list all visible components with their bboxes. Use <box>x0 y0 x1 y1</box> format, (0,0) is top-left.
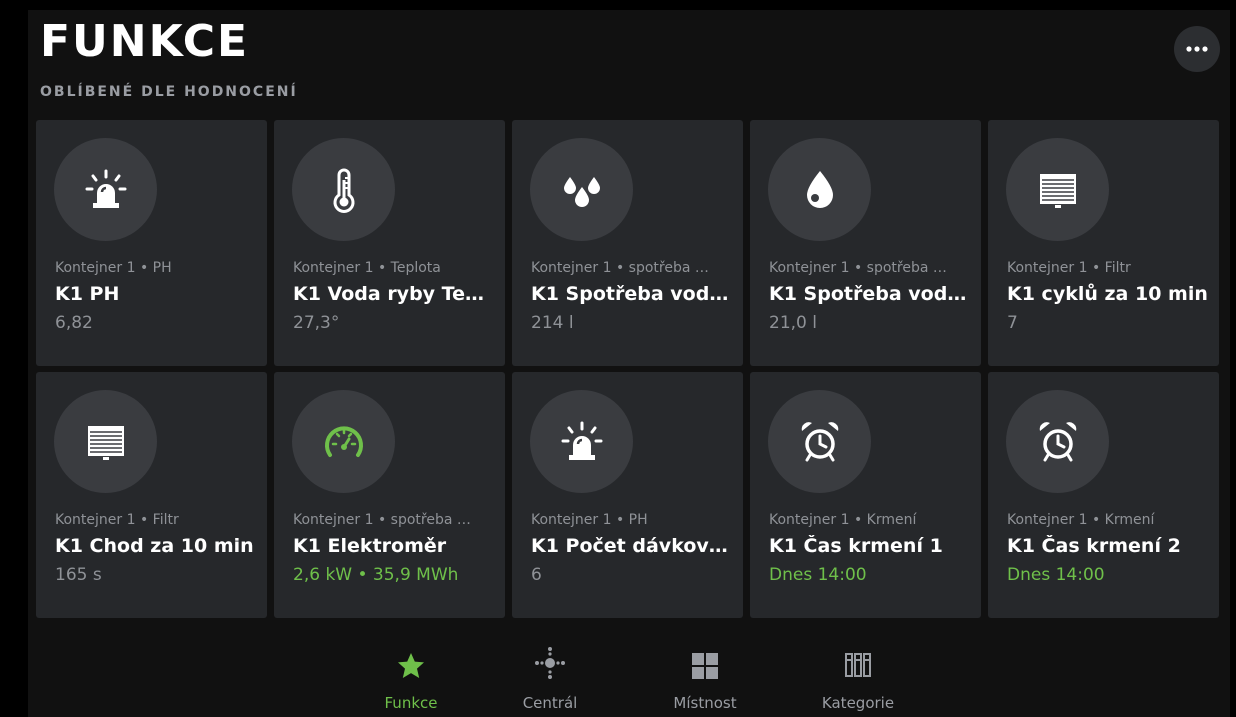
function-tile[interactable]: Kontejner 1 • spotřeba … K1 Elektroměr 2… <box>274 372 505 618</box>
siren-icon <box>85 169 126 208</box>
water-drops-icon <box>563 176 600 207</box>
app-window: FUNKCE OBLÍBENÉ DLE HODNOCENÍ Kontejner … <box>28 10 1230 717</box>
tile-name: K1 Spotřeba vody … <box>769 283 971 305</box>
tile-location: Kontejner 1 • Filtr <box>55 512 179 528</box>
tile-value: Dnes 14:00 <box>769 565 867 585</box>
tile-location: Kontejner 1 • Krmení <box>1007 512 1155 528</box>
tile-location: Kontejner 1 • PH <box>55 260 172 276</box>
tile-icon-circle <box>768 138 871 241</box>
tile-location: Kontejner 1 • Krmení <box>769 512 917 528</box>
alarm-clock-icon <box>1039 421 1076 461</box>
tile-value: 214 l <box>531 313 574 333</box>
tile-value: 165 s <box>55 565 102 585</box>
tile-name: K1 Voda ryby Tepl… <box>293 283 495 305</box>
shutter-icon <box>87 425 124 460</box>
tile-icon-circle <box>530 390 633 493</box>
nav-label: Kategorie <box>821 694 895 712</box>
function-tile[interactable]: Kontejner 1 • spotřeba … K1 Spotřeba vod… <box>750 120 981 366</box>
nav-label: Funkce <box>384 694 438 712</box>
tile-icon-circle <box>292 390 395 493</box>
function-tile[interactable]: Kontejner 1 • PH K1 PH 6,82 <box>36 120 267 366</box>
more-dots-icon <box>1186 46 1208 52</box>
function-tile[interactable]: Kontejner 1 • Krmení K1 Čas krmení 2 Dne… <box>988 372 1219 618</box>
speedometer-icon <box>324 425 363 457</box>
tile-name: K1 cyklů za 10 min <box>1007 283 1208 305</box>
tile-value: 27,3° <box>293 313 340 333</box>
thermometer-icon <box>333 168 354 213</box>
central-hub-icon <box>535 647 565 679</box>
categories-icon <box>845 653 871 677</box>
room-grid-icon <box>692 653 718 679</box>
water-drop-icon <box>806 170 833 208</box>
tile-value: 21,0 l <box>769 313 817 333</box>
tile-value: 6 <box>531 565 542 585</box>
nav-item-kategorie[interactable]: Kategorie <box>803 630 913 717</box>
function-tile-grid: Kontejner 1 • PH K1 PH 6,82 Kontejner 1 … <box>36 120 1220 618</box>
tile-location: Kontejner 1 • spotřeba … <box>769 260 947 276</box>
tile-location: Kontejner 1 • PH <box>531 512 648 528</box>
tile-icon-circle <box>530 138 633 241</box>
tile-name: K1 PH <box>55 283 120 305</box>
tile-icon-circle <box>768 390 871 493</box>
page-title: FUNKCE <box>40 16 250 67</box>
star-icon <box>398 653 424 678</box>
tile-icon-circle <box>1006 390 1109 493</box>
alarm-clock-icon <box>801 421 838 461</box>
nav-item-mistnost[interactable]: Místnost <box>650 630 760 717</box>
tile-name: K1 Spotřeba vody … <box>531 283 733 305</box>
section-subtitle: OBLÍBENÉ DLE HODNOCENÍ <box>40 84 298 100</box>
tile-icon-circle <box>54 138 157 241</box>
tile-value: 2,6 kW • 35,9 MWh <box>293 565 459 585</box>
function-tile[interactable]: Kontejner 1 • Krmení K1 Čas krmení 1 Dne… <box>750 372 981 618</box>
tile-location: Kontejner 1 • Filtr <box>1007 260 1131 276</box>
shutter-icon <box>1039 173 1076 208</box>
nav-item-funkce[interactable]: Funkce <box>356 630 466 717</box>
function-tile[interactable]: Kontejner 1 • spotřeba … K1 Spotřeba vod… <box>512 120 743 366</box>
nav-label: Centrál <box>522 694 578 712</box>
siren-icon <box>561 421 602 460</box>
function-tile[interactable]: Kontejner 1 • PH K1 Počet dávková… 6 <box>512 372 743 618</box>
more-menu-button[interactable] <box>1174 26 1220 72</box>
tile-location: Kontejner 1 • Teplota <box>293 260 441 276</box>
tile-name: K1 Čas krmení 2 <box>1007 535 1181 557</box>
function-tile[interactable]: Kontejner 1 • Filtr K1 cyklů za 10 min 7 <box>988 120 1219 366</box>
nav-item-central[interactable]: Centrál <box>495 630 605 717</box>
tile-name: K1 Čas krmení 1 <box>769 535 943 557</box>
tile-icon-circle <box>1006 138 1109 241</box>
tile-location: Kontejner 1 • spotřeba … <box>531 260 709 276</box>
nav-label: Místnost <box>673 694 737 712</box>
function-tile[interactable]: Kontejner 1 • Filtr K1 Chod za 10 min 16… <box>36 372 267 618</box>
tile-location: Kontejner 1 • spotřeba … <box>293 512 471 528</box>
tile-name: K1 Počet dávková… <box>531 535 733 557</box>
tile-name: K1 Elektroměr <box>293 535 447 557</box>
tile-icon-circle <box>54 390 157 493</box>
bottom-navigation: Funkce Centrál Místnost Kategorie <box>28 630 1230 717</box>
tile-icon-circle <box>292 138 395 241</box>
function-tile[interactable]: Kontejner 1 • Teplota K1 Voda ryby Tepl…… <box>274 120 505 366</box>
tile-value: 6,82 <box>55 313 93 333</box>
tile-value: 7 <box>1007 313 1018 333</box>
tile-value: Dnes 14:00 <box>1007 565 1105 585</box>
tile-name: K1 Chod za 10 min <box>55 535 254 557</box>
